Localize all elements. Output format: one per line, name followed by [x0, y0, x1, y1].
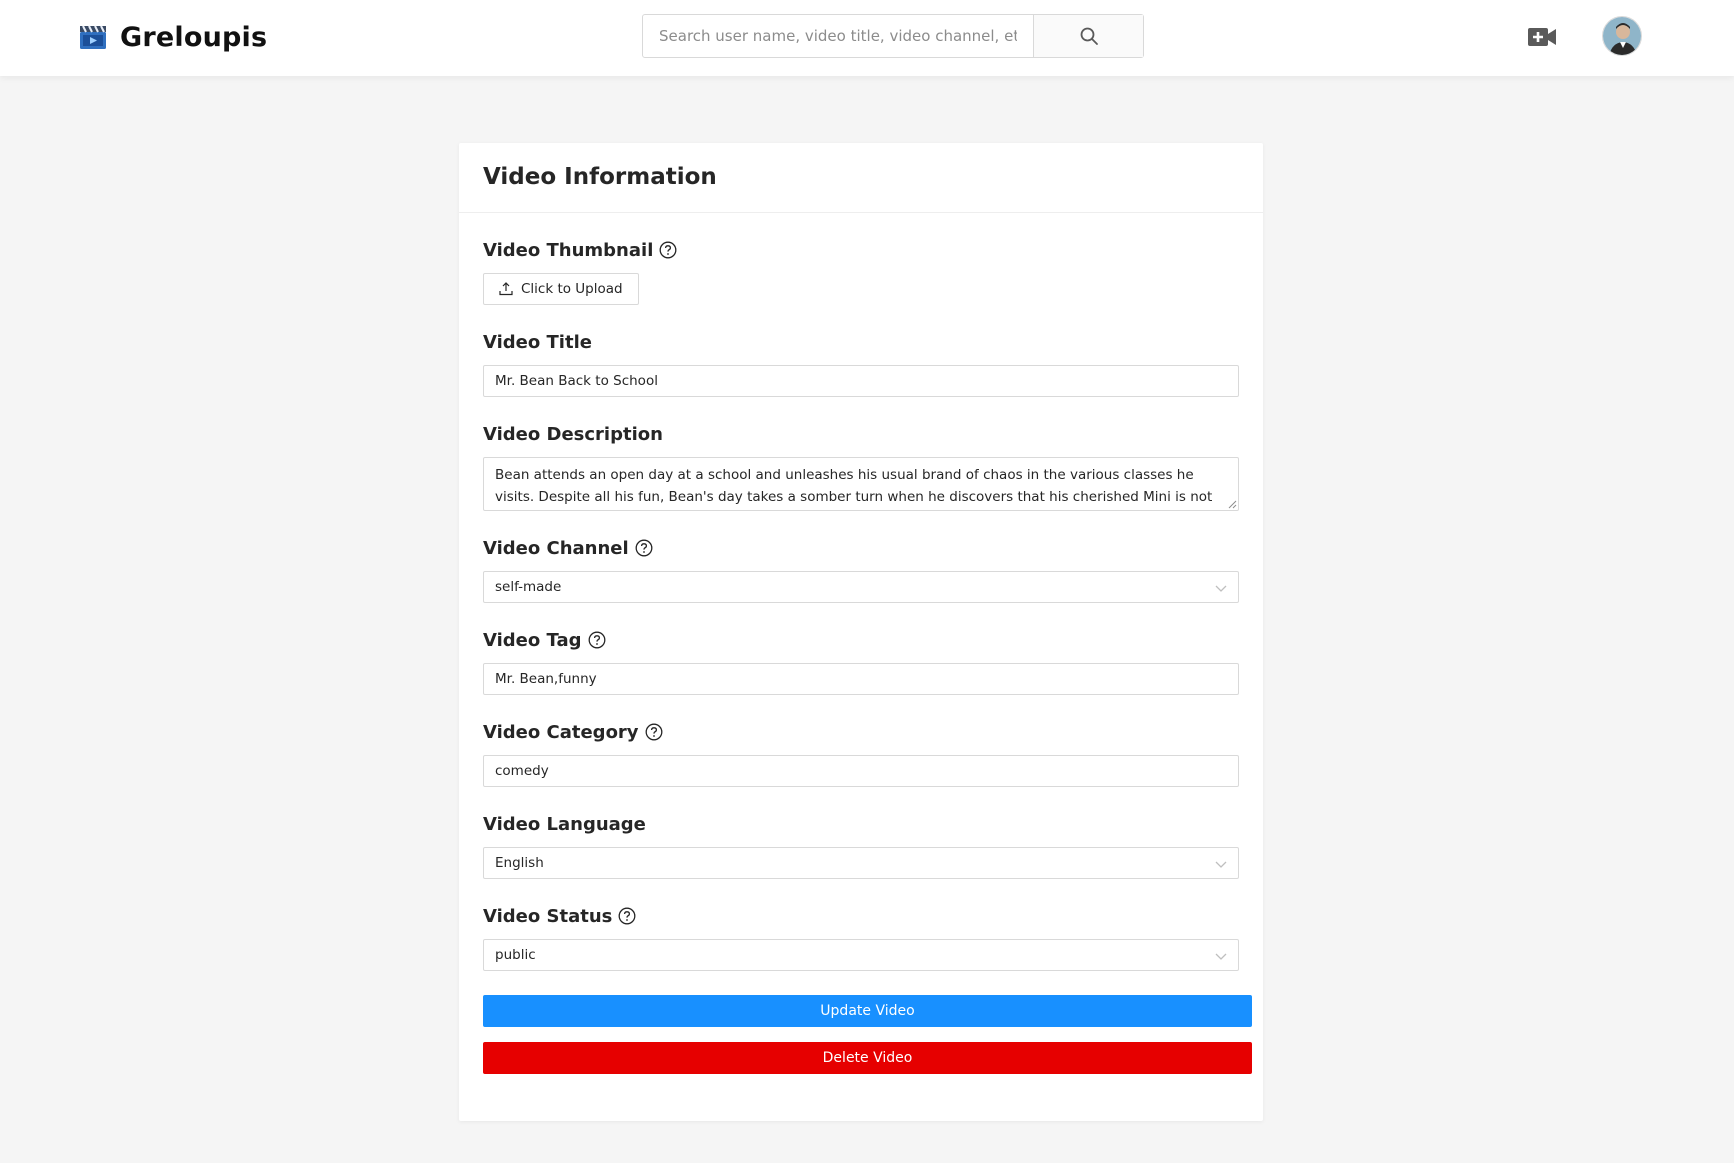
brand-name: Greloupis: [120, 21, 268, 53]
brand-logo[interactable]: Greloupis: [78, 19, 267, 55]
category-label: Video Category: [483, 721, 639, 743]
video-channel-value: self-made: [495, 579, 562, 595]
video-tag-value: Mr. Bean,funny: [495, 671, 597, 687]
upload-thumbnail-button[interactable]: Click to Upload: [483, 273, 639, 305]
video-camera-plus-icon: [1528, 28, 1556, 46]
video-category-input[interactable]: comedy: [483, 755, 1239, 787]
description-label: Video Description: [483, 423, 663, 445]
video-channel-select[interactable]: self-made: [483, 571, 1239, 603]
description-label-row: Video Description: [483, 421, 1239, 447]
video-title-value: Mr. Bean Back to School: [495, 373, 658, 389]
video-category-value: comedy: [495, 763, 549, 779]
card-header: Video Information: [459, 143, 1263, 213]
top-nav-bar: Greloupis: [0, 0, 1734, 76]
search-icon: [1080, 27, 1098, 45]
chevron-down-icon: [1215, 861, 1227, 868]
thumbnail-field: Video Thumbnail Click to Upload: [483, 237, 1239, 305]
language-label-row: Video Language: [483, 811, 1239, 837]
video-status-select[interactable]: public: [483, 939, 1239, 971]
question-circle-icon[interactable]: [618, 907, 636, 925]
search-input[interactable]: [643, 15, 1033, 57]
description-field: Video Description Bean attends an open d…: [483, 421, 1239, 511]
search-bar: [642, 14, 1144, 58]
tag-field: Video Tag Mr. Bean,funny: [483, 627, 1239, 695]
status-field: Video Status public: [483, 903, 1239, 971]
video-information-card: Video Information Video Thumbnail Click …: [459, 143, 1263, 1121]
thumbnail-label: Video Thumbnail: [483, 239, 654, 261]
chevron-down-icon: [1215, 585, 1227, 592]
update-video-button[interactable]: Update Video: [483, 995, 1252, 1027]
video-status-value: public: [495, 947, 536, 963]
status-label: Video Status: [483, 905, 613, 927]
question-circle-icon[interactable]: [659, 241, 677, 259]
category-label-row: Video Category: [483, 719, 1239, 745]
tag-label-row: Video Tag: [483, 627, 1239, 653]
title-field: Video Title Mr. Bean Back to School: [483, 329, 1239, 397]
language-field: Video Language English: [483, 811, 1239, 879]
category-field: Video Category comedy: [483, 719, 1239, 787]
video-language-select[interactable]: English: [483, 847, 1239, 879]
video-title-input[interactable]: Mr. Bean Back to School: [483, 365, 1239, 397]
clapperboard-icon: [80, 25, 106, 49]
update-video-label: Update Video: [820, 1003, 915, 1019]
question-circle-icon[interactable]: [588, 631, 606, 649]
video-language-value: English: [495, 855, 544, 871]
channel-label-row: Video Channel: [483, 535, 1239, 561]
question-circle-icon[interactable]: [635, 539, 653, 557]
video-description-value: Bean attends an open day at a school and…: [495, 467, 1213, 505]
search-button[interactable]: [1033, 15, 1143, 57]
delete-video-label: Delete Video: [822, 1050, 913, 1066]
title-label: Video Title: [483, 331, 592, 353]
channel-label: Video Channel: [483, 537, 629, 559]
tag-label: Video Tag: [483, 629, 582, 651]
page-title: Video Information: [483, 164, 717, 190]
video-description-textarea[interactable]: Bean attends an open day at a school and…: [483, 457, 1239, 511]
avatar-icon: [1603, 17, 1641, 55]
delete-video-button[interactable]: Delete Video: [483, 1042, 1252, 1074]
title-label-row: Video Title: [483, 329, 1239, 355]
resize-handle-icon[interactable]: [1227, 499, 1237, 509]
video-tag-input[interactable]: Mr. Bean,funny: [483, 663, 1239, 695]
status-label-row: Video Status: [483, 903, 1239, 929]
chevron-down-icon: [1215, 953, 1227, 960]
thumbnail-label-row: Video Thumbnail: [483, 237, 1239, 263]
channel-field: Video Channel self-made: [483, 535, 1239, 603]
upload-video-button[interactable]: [1527, 24, 1557, 50]
language-label: Video Language: [483, 813, 646, 835]
question-circle-icon[interactable]: [645, 723, 663, 741]
upload-button-label: Click to Upload: [521, 281, 623, 297]
user-avatar[interactable]: [1602, 16, 1642, 56]
upload-icon: [499, 282, 513, 296]
